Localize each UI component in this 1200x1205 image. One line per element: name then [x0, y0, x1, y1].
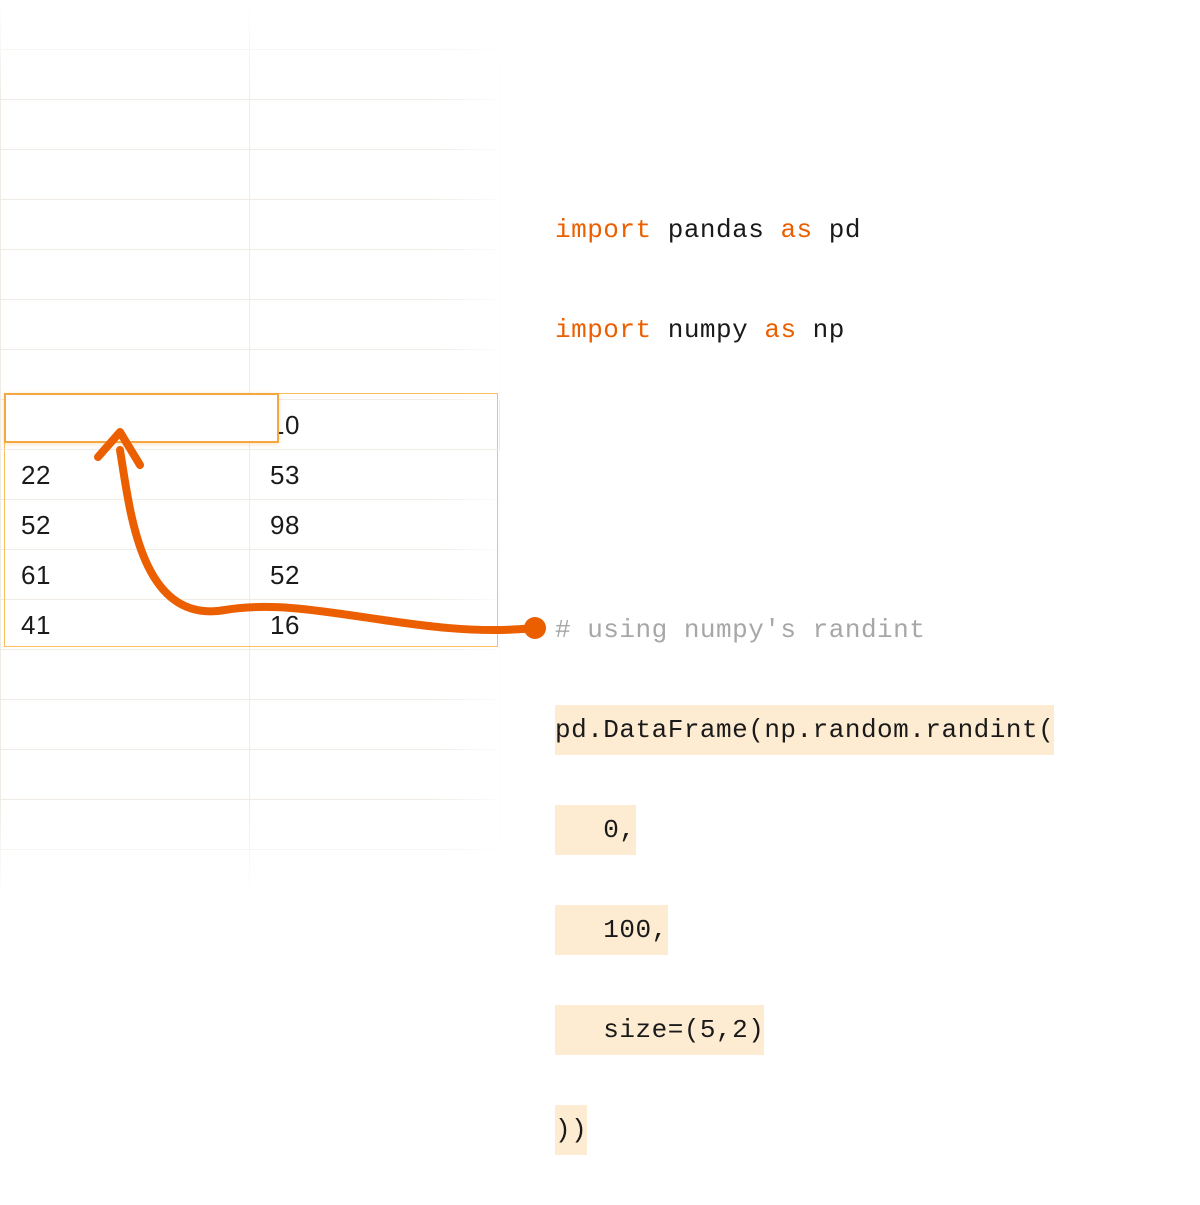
table-cell: 98	[250, 500, 500, 550]
highlighted-code: 0,	[555, 805, 636, 855]
table-cell: 52	[250, 550, 500, 600]
code-line: ))	[555, 1105, 1054, 1155]
highlighted-code: ))	[555, 1105, 587, 1155]
table-row: 22 53	[0, 450, 500, 500]
table-cell: 61	[0, 550, 250, 600]
table-cell: 52	[0, 400, 250, 450]
table-cell: 16	[250, 600, 500, 650]
code-line: 100,	[555, 905, 1054, 955]
code-comment: # using numpy's randint	[555, 605, 1054, 655]
table-row: 61 52	[0, 550, 500, 600]
code-block: import pandas as pd import numpy as np #…	[555, 155, 1054, 1205]
keyword: as	[764, 315, 796, 345]
highlighted-code: pd.DataFrame(np.random.randint(	[555, 705, 1054, 755]
table-row: 52 98	[0, 500, 500, 550]
code-line: 0,	[555, 805, 1054, 855]
code-line-blank	[555, 405, 1054, 455]
table-cell: 22	[0, 450, 250, 500]
highlighted-code: 100,	[555, 905, 668, 955]
keyword: import	[555, 215, 652, 245]
table-cell: 52	[0, 500, 250, 550]
code-line: import pandas as pd	[555, 205, 1054, 255]
code-line: pd.DataFrame(np.random.randint(	[555, 705, 1054, 755]
keyword: import	[555, 315, 652, 345]
keyword: as	[780, 215, 812, 245]
spreadsheet-grid: 52 10 22 53 52 98 61 52 41 16	[0, 0, 500, 900]
code-line-blank	[555, 505, 1054, 555]
highlighted-code: size=(5,2)	[555, 1005, 764, 1055]
arrow-start-dot-icon	[524, 617, 546, 639]
table-row: 52 10	[0, 400, 500, 450]
table-cell: 41	[0, 600, 250, 650]
code-line: import numpy as np	[555, 305, 1054, 355]
code-line: size=(5,2)	[555, 1005, 1054, 1055]
table-row: 41 16	[0, 600, 500, 650]
table-cell: 53	[250, 450, 500, 500]
table-cell: 10	[250, 400, 500, 450]
